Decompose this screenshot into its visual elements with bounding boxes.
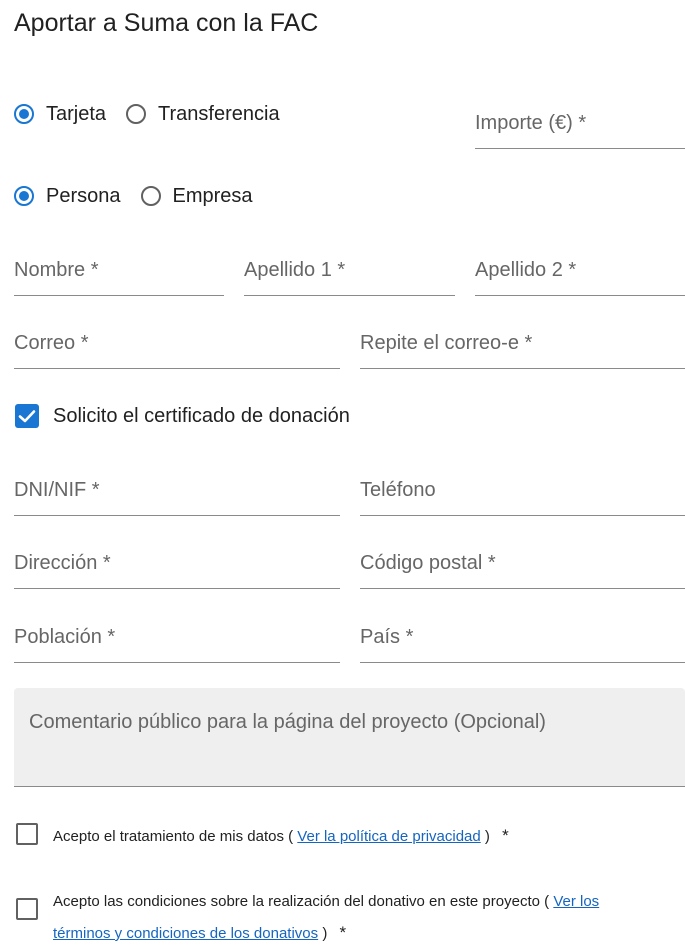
terms-required-mark: * xyxy=(339,923,347,942)
privacy-required-mark: * xyxy=(502,826,509,845)
apellido1-field[interactable]: Apellido 1 * xyxy=(244,251,455,296)
donor-type-group: Persona Empresa xyxy=(14,181,273,211)
radio-empresa-label: Empresa xyxy=(172,184,253,207)
radio-transferencia-label: Transferencia xyxy=(158,102,280,125)
privacy-policy-link[interactable]: Ver la política de privacidad xyxy=(297,828,480,845)
certificate-checkbox-row[interactable]: Solicito el certificado de donación xyxy=(15,404,350,428)
poblacion-label: Población * xyxy=(14,626,116,648)
privacy-text: Acepto el tratamiento de mis datos ( Ver… xyxy=(53,826,509,846)
radio-unchecked-icon[interactable] xyxy=(140,186,161,206)
telefono-label: Teléfono xyxy=(360,479,436,501)
nombre-label: Nombre * xyxy=(14,259,99,281)
page-title: Aportar a Suma con la FAC xyxy=(14,9,319,37)
radio-checked-icon[interactable] xyxy=(14,104,34,124)
payment-method-group: Tarjeta Transferencia xyxy=(14,99,300,129)
repite-correo-label: Repite el correo-e * xyxy=(360,332,533,354)
dni-field[interactable]: DNI/NIF * xyxy=(14,471,340,516)
apellido1-label: Apellido 1 * xyxy=(244,259,346,281)
radio-transferencia[interactable]: Transferencia xyxy=(126,103,280,126)
codigo-postal-label: Código postal * xyxy=(360,552,496,574)
radio-empresa[interactable]: Empresa xyxy=(140,184,253,208)
apellido2-field[interactable]: Apellido 2 * xyxy=(475,251,685,296)
terms-text-before: Acepto las condiciones sobre la realizac… xyxy=(53,893,550,910)
radio-checked-icon[interactable] xyxy=(14,186,34,206)
direccion-label: Dirección * xyxy=(14,552,111,574)
poblacion-field[interactable]: Población * xyxy=(14,618,340,663)
radio-unchecked-icon[interactable] xyxy=(126,104,147,124)
terms-text: Acepto las condiciones sobre la realizac… xyxy=(53,886,653,949)
repite-correo-field[interactable]: Repite el correo-e * xyxy=(360,324,685,369)
certificate-label: Solicito el certificado de donación xyxy=(53,404,350,427)
pais-field[interactable]: País * xyxy=(360,618,685,663)
correo-field[interactable]: Correo * xyxy=(14,324,340,369)
radio-persona-label: Persona xyxy=(46,184,121,207)
privacy-checkbox-row: Acepto el tratamiento de mis datos ( Ver… xyxy=(16,822,509,846)
privacy-text-after: ) xyxy=(484,828,490,845)
nombre-field[interactable]: Nombre * xyxy=(14,251,224,296)
radio-persona[interactable]: Persona xyxy=(14,185,121,208)
terms-checkbox[interactable] xyxy=(16,898,38,925)
radio-tarjeta[interactable]: Tarjeta xyxy=(14,103,106,126)
checkbox-checked-icon[interactable] xyxy=(15,404,39,428)
telefono-field[interactable]: Teléfono xyxy=(360,471,685,516)
importe-field[interactable]: Importe (€) * xyxy=(475,104,685,149)
terms-text-after: ) xyxy=(322,925,328,942)
importe-label: Importe (€) * xyxy=(475,112,587,134)
pais-label: País * xyxy=(360,626,414,648)
apellido2-label: Apellido 2 * xyxy=(475,259,577,281)
correo-label: Correo * xyxy=(14,332,89,354)
codigo-postal-field[interactable]: Código postal * xyxy=(360,544,685,589)
checkbox-unchecked-icon[interactable] xyxy=(16,898,38,920)
radio-tarjeta-label: Tarjeta xyxy=(46,102,107,125)
checkbox-unchecked-icon[interactable] xyxy=(16,823,38,845)
direccion-field[interactable]: Dirección * xyxy=(14,544,340,589)
comment-textarea[interactable]: Comentario público para la página del pr… xyxy=(14,688,685,787)
comment-placeholder: Comentario público para la página del pr… xyxy=(29,711,546,733)
privacy-text-before: Acepto el tratamiento de mis datos ( xyxy=(53,828,294,845)
dni-label: DNI/NIF * xyxy=(14,479,100,501)
